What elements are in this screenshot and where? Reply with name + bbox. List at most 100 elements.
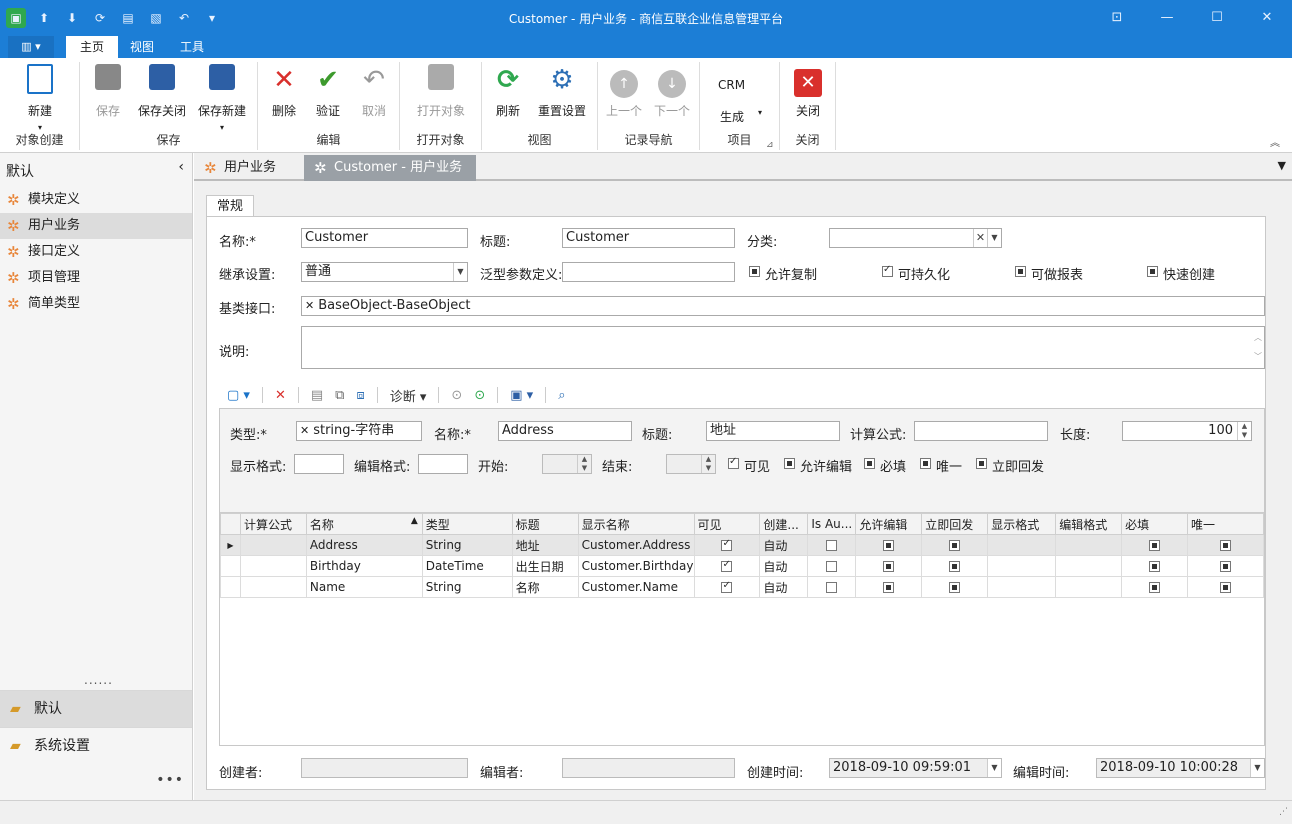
clear-icon[interactable]: ✕ — [973, 229, 987, 247]
save-button[interactable]: 保存 — [92, 64, 124, 119]
delete-button[interactable]: ✕ 删除 — [268, 64, 300, 119]
persistable-checkbox[interactable]: 可持久化 — [882, 264, 950, 283]
col-visible[interactable]: 可见 — [693, 513, 761, 535]
link-member-icon[interactable]: ⧈ — [356, 388, 364, 403]
postback-cell-checkbox[interactable] — [949, 540, 961, 551]
tab-list-dropdown-icon[interactable]: ▼ — [1278, 159, 1286, 172]
name-input[interactable]: Customer — [301, 228, 468, 248]
col-required[interactable]: 必填 — [1121, 513, 1189, 535]
allow-edit-checkbox[interactable]: 允许编辑 — [784, 456, 852, 475]
nav-item-user-business[interactable]: ✲ 用户业务 — [0, 213, 192, 239]
created-time-input[interactable]: 2018-09-10 09:59:01 ▼ — [829, 758, 1002, 778]
col-immediate-postback[interactable]: 立即回发 — [921, 513, 989, 535]
title-input[interactable]: Customer — [562, 228, 735, 248]
pin-icon[interactable]: ⊡ — [1092, 0, 1142, 36]
required-checkbox[interactable]: 必填 — [864, 456, 906, 475]
nav-item-module-def[interactable]: ✲ 模块定义 — [0, 187, 192, 213]
dialog-launcher-icon[interactable]: ⊿ — [766, 140, 774, 150]
minimize-icon[interactable]: — — [1142, 0, 1192, 36]
col-is-auto[interactable]: Is Au... — [807, 513, 857, 535]
save-close-button[interactable]: 保存关闭 — [136, 64, 188, 119]
required-cell-checkbox[interactable] — [1149, 582, 1161, 593]
chevron-down-icon[interactable]: ▼ — [453, 263, 467, 281]
tab-general[interactable]: 常规 — [206, 195, 254, 217]
col-title[interactable]: 标题 — [511, 513, 579, 535]
tab-tools[interactable]: 工具 — [168, 36, 216, 58]
tab-home[interactable]: 主页 — [66, 36, 118, 58]
start-input[interactable]: ▲ ▼ — [542, 454, 592, 474]
col-formula[interactable]: 计算公式 — [239, 513, 307, 535]
diagnose-button[interactable]: 诊断 ▾ — [390, 386, 427, 405]
move-up-icon[interactable]: ⊙ — [451, 388, 462, 403]
allow-edit-cell-checkbox[interactable] — [883, 540, 895, 551]
display-format-input[interactable] — [294, 454, 344, 474]
col-display-format[interactable]: 显示格式 — [987, 513, 1057, 535]
ribbon-collapse-icon[interactable]: ︽ — [1270, 134, 1280, 149]
copy-member-icon[interactable]: ⧉ — [335, 388, 344, 403]
doc-tab-customer[interactable]: ✲Customer - 用户业务✕ — [304, 155, 476, 201]
unique-cell-checkbox[interactable] — [1220, 582, 1232, 593]
visible-cell-checkbox[interactable] — [721, 559, 733, 572]
category-select[interactable]: ✕ ▼ — [829, 228, 1002, 248]
reportable-checkbox[interactable]: 可做报表 — [1015, 264, 1083, 283]
pane-splitter[interactable]: ...... — [84, 673, 113, 687]
unique-cell-checkbox[interactable] — [1220, 561, 1232, 572]
save-new-button[interactable]: 保存新建 ▾ — [196, 64, 248, 133]
reset-settings-button[interactable]: ⚙ 重置设置 — [534, 64, 590, 119]
member-type-input[interactable]: ✕ string-字符串 — [296, 421, 422, 441]
validate-button[interactable]: ✔ 验证 — [312, 64, 344, 119]
tab-view[interactable]: 视图 — [118, 36, 166, 58]
next-button[interactable]: ↓ 下一个 — [652, 64, 692, 119]
refresh-button[interactable]: ⟳ 刷新 — [492, 64, 524, 119]
close-button[interactable]: ✕ 关闭 — [790, 64, 826, 119]
allow-copy-checkbox[interactable]: 允许复制 — [749, 264, 817, 283]
save-layout-icon[interactable]: ▣ ▾ — [510, 388, 533, 403]
is-auto-cell-checkbox[interactable] — [826, 540, 838, 551]
generate-button[interactable]: 生成 — [720, 108, 744, 125]
member-name-input[interactable]: Address — [498, 421, 632, 441]
description-textarea[interactable]: ︿ ﹀ — [301, 326, 1265, 369]
delete-member-icon[interactable]: ✕ — [275, 388, 286, 403]
move-down-icon[interactable]: ⊙ — [474, 388, 485, 403]
table-row[interactable]: Name String 名称 Customer.Name 自动 — [220, 576, 1264, 598]
allow-edit-cell-checkbox[interactable] — [883, 561, 895, 572]
length-stepper[interactable]: ▲ ▼ — [1237, 422, 1251, 440]
search-icon[interactable]: ⌕ — [558, 388, 565, 403]
remove-tag-icon[interactable]: ✕ — [300, 424, 309, 437]
postback-cell-checkbox[interactable] — [949, 582, 961, 593]
table-row[interactable]: Birthday DateTime 出生日期 Customer.Birthday… — [220, 555, 1264, 577]
table-row[interactable]: ▶ Address String 地址 Customer.Address 自动 — [220, 534, 1264, 556]
immediate-postback-checkbox[interactable]: 立即回发 — [976, 456, 1044, 475]
member-length-input[interactable]: 100 ▲ ▼ — [1122, 421, 1252, 441]
visible-cell-checkbox[interactable] — [721, 538, 733, 551]
member-formula-input[interactable] — [914, 421, 1048, 441]
start-stepper[interactable]: ▲ ▼ — [577, 455, 591, 473]
inherit-select[interactable]: 普通 ▼ — [301, 262, 468, 282]
chevron-down-icon[interactable]: ▼ — [987, 229, 1001, 247]
generate-dropdown-icon[interactable]: ▾ — [758, 108, 762, 117]
scroll-down-icon[interactable]: ﹀ — [1254, 348, 1262, 366]
collapse-pane-icon[interactable]: ‹ — [178, 159, 184, 175]
nav-item-project-mgmt[interactable]: ✲ 项目管理 — [0, 265, 192, 291]
allow-edit-cell-checkbox[interactable] — [883, 582, 895, 593]
creator-input[interactable] — [301, 758, 468, 778]
edited-time-input[interactable]: 2018-09-10 10:00:28 ▼ — [1096, 758, 1265, 778]
unique-cell-checkbox[interactable] — [1220, 540, 1232, 551]
crm-label[interactable]: CRM — [718, 78, 745, 92]
generic-params-input[interactable] — [562, 262, 735, 282]
scroll-up-icon[interactable]: ︿ — [1254, 329, 1262, 347]
is-auto-cell-checkbox[interactable] — [826, 582, 838, 593]
new-button[interactable]: 新建 ▾ — [22, 64, 58, 133]
base-interface-input[interactable]: ✕ BaseObject-BaseObject — [301, 296, 1265, 316]
nav-group-system-settings[interactable]: ▰ 系统设置 — [0, 727, 192, 764]
edit-format-input[interactable] — [418, 454, 468, 474]
end-stepper[interactable]: ▲ ▼ — [701, 455, 715, 473]
editor-input[interactable] — [562, 758, 735, 778]
chevron-down-icon[interactable]: ▼ — [1250, 759, 1264, 777]
member-title-input[interactable]: 地址 — [706, 421, 840, 441]
nav-item-simple-type[interactable]: ✲ 简单类型 — [0, 291, 192, 317]
col-name[interactable]: 名称 ▲ — [305, 513, 423, 535]
doc-tab-user-business[interactable]: ✲ 用户业务 — [194, 155, 302, 181]
more-options-icon[interactable]: ••• — [156, 772, 184, 788]
unique-checkbox[interactable]: 唯一 — [920, 456, 962, 475]
